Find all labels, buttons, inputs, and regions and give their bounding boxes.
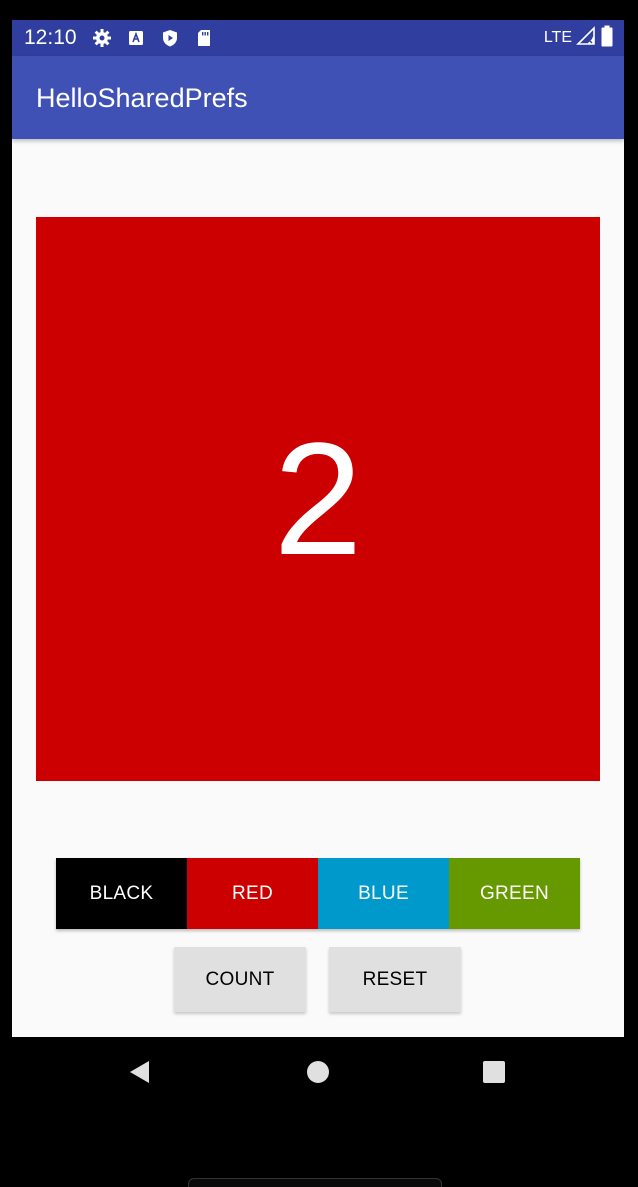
reset-button[interactable]: RESET	[329, 947, 461, 1012]
navigation-bar	[0, 1037, 638, 1107]
signal-icon	[576, 25, 596, 51]
status-time: 12:10	[24, 26, 77, 49]
gear-icon	[92, 28, 112, 48]
status-bar: 12:10 LTE	[12, 20, 624, 56]
shield-play-icon	[160, 28, 180, 48]
recents-icon[interactable]	[481, 1059, 507, 1085]
status-system-icons: LTE	[543, 25, 614, 52]
font-a-icon	[126, 28, 146, 48]
device-frame: 12:10 LTE HelloSharedPrefs 2 BLACK RED B…	[0, 0, 638, 1187]
battery-icon	[600, 25, 614, 52]
count-display: 2	[36, 217, 600, 781]
app-bar: HelloSharedPrefs	[12, 56, 624, 139]
app-title: HelloSharedPrefs	[36, 83, 248, 113]
red-button[interactable]: RED	[187, 858, 318, 929]
status-notification-icons	[92, 28, 214, 48]
network-type: LTE	[543, 29, 572, 46]
black-button[interactable]: BLACK	[56, 858, 187, 929]
home-icon[interactable]	[305, 1059, 331, 1085]
blue-button[interactable]: BLUE	[318, 858, 449, 929]
back-icon[interactable]	[127, 1059, 153, 1085]
green-button[interactable]: GREEN	[449, 858, 580, 929]
count-button[interactable]: COUNT	[174, 947, 306, 1012]
sd-card-icon	[194, 28, 214, 48]
app-screen: 12:10 LTE HelloSharedPrefs 2 BLACK RED B…	[12, 20, 624, 1037]
color-button-row: BLACK RED BLUE GREEN	[56, 858, 580, 929]
count-value: 2	[273, 409, 363, 588]
